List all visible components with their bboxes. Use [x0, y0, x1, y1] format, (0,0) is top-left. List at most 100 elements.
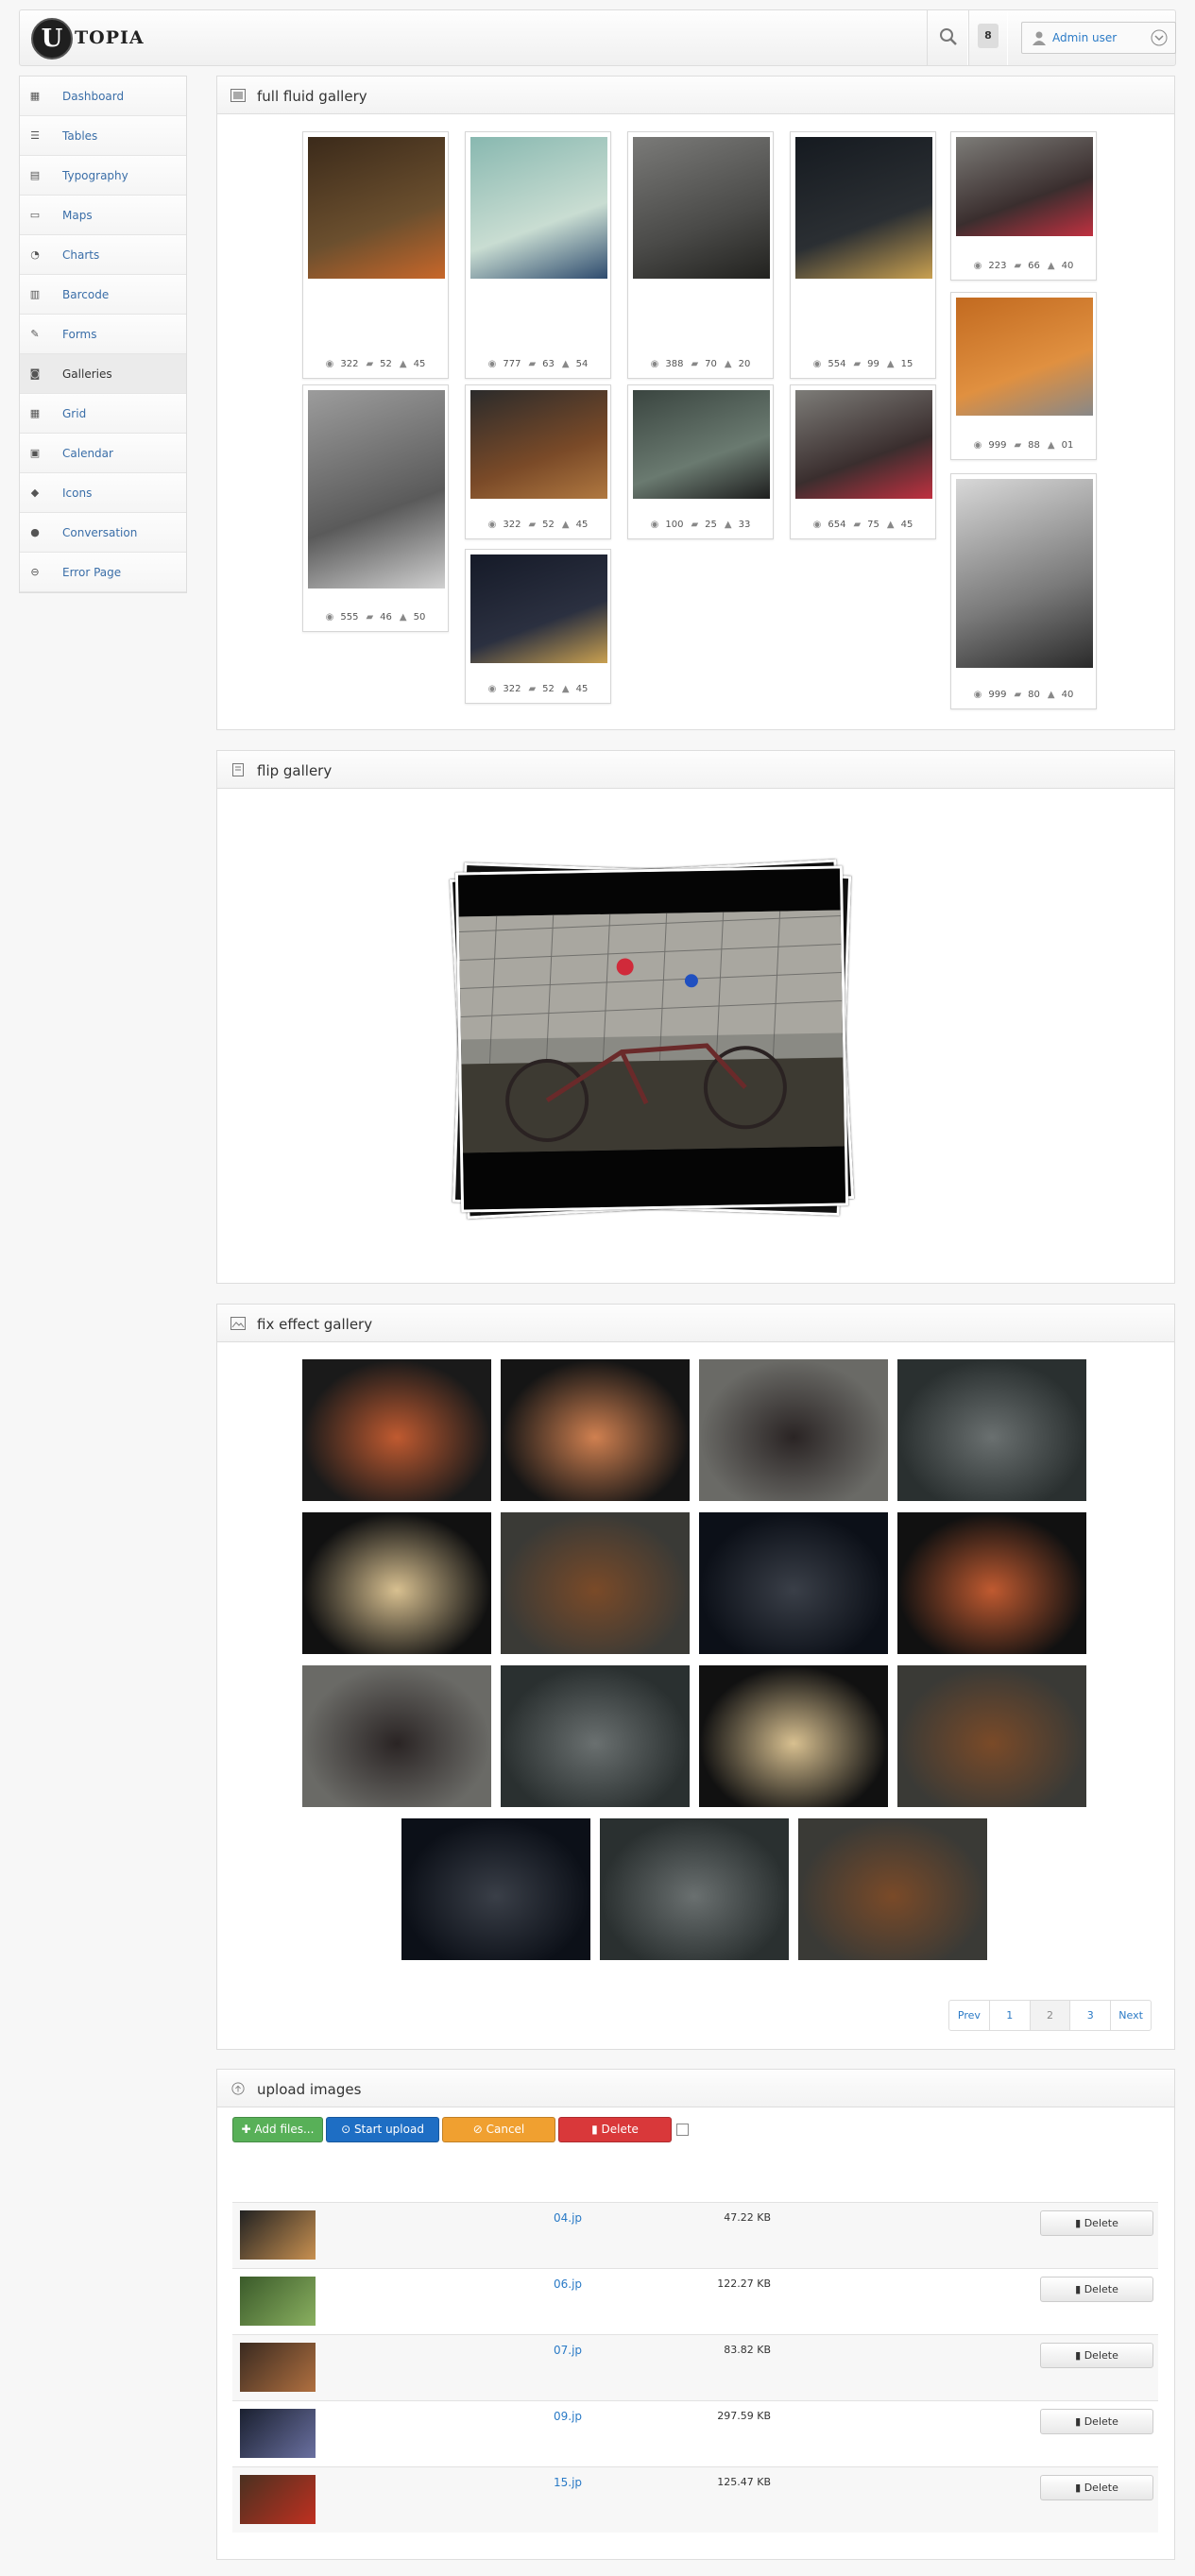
tile-stats: ◉ 777 ▰ 63 ▲ 54 [466, 359, 610, 376]
fix-effect-image[interactable] [501, 1512, 690, 1654]
gallery-tile[interactable]: ◉ 777 ▰ 63 ▲ 54 [465, 131, 611, 379]
sidebar-item-typography[interactable]: ▤ Typography [20, 156, 186, 196]
flip-card-front[interactable] [454, 865, 849, 1213]
delete-file-button[interactable]: ▮ Delete [1040, 2277, 1153, 2302]
sidebar-item-barcode[interactable]: ▥ Barcode [20, 275, 186, 315]
fix-effect-image[interactable] [401, 1818, 590, 1960]
file-size: 47.22 KB [724, 2211, 771, 2224]
sidebar-item-label: Error Page [62, 566, 122, 579]
tile-likes: 45 [900, 520, 913, 530]
search-button[interactable] [927, 10, 968, 65]
logo-text: TOPIA [75, 27, 145, 48]
select-all-checkbox[interactable] [676, 2124, 689, 2136]
thumbs-up-icon: ▲ [1047, 261, 1055, 271]
gallery-image [633, 390, 770, 499]
eye-icon: ◉ [812, 520, 822, 530]
comment-icon: ▰ [853, 520, 862, 530]
tile-likes: 01 [1061, 440, 1074, 451]
fix-effect-image[interactable] [302, 1512, 491, 1654]
trash-icon: ▮ [1075, 2415, 1084, 2428]
sidebar-item-label: Forms [62, 328, 97, 341]
file-name-link[interactable]: 04.jp [554, 2211, 582, 2225]
gallery-tile[interactable]: ◉ 999 ▰ 80 ▲ 40 [950, 473, 1097, 709]
cancel-upload-button[interactable]: ⊘ Cancel [442, 2117, 555, 2142]
delete-all-button[interactable]: ▮ Delete [558, 2117, 672, 2142]
gallery-tile[interactable]: ◉ 322 ▰ 52 ▲ 45 [465, 549, 611, 704]
sidebar-item-maps[interactable]: ▭ Maps [20, 196, 186, 235]
notification-badge: 8 [978, 24, 999, 48]
trash-icon: ▮ [1075, 2217, 1084, 2229]
sidebar-item-icons[interactable]: ◆ Icons [20, 473, 186, 513]
gallery-tile[interactable]: ◉ 999 ▰ 88 ▲ 01 [950, 292, 1097, 460]
pagination-page-1[interactable]: 1 [990, 2001, 1031, 2030]
tile-stats: ◉ 555 ▰ 46 ▲ 50 [303, 612, 448, 629]
gallery-tile[interactable]: ◉ 388 ▰ 70 ▲ 20 [627, 131, 774, 379]
tile-comments: 25 [705, 520, 717, 530]
minus-circle-icon: ⊖ [30, 566, 40, 578]
delete-file-button[interactable]: ▮ Delete [1040, 2343, 1153, 2368]
fix-effect-image[interactable] [501, 1359, 690, 1501]
comment-icon: ▰ [528, 520, 537, 530]
sidebar-item-label: Barcode [62, 288, 110, 301]
sidebar-item-conversation[interactable]: ● Conversation [20, 513, 186, 553]
pagination-page-2[interactable]: 2 [1030, 2001, 1071, 2030]
sidebar-item-calendar[interactable]: ▣ Calendar [20, 434, 186, 473]
fix-effect-image[interactable] [699, 1665, 888, 1807]
sidebar-item-galleries[interactable]: ◙ Galleries [20, 354, 186, 394]
tile-likes: 45 [413, 359, 426, 369]
file-name-link[interactable]: 06.jp [554, 2277, 582, 2291]
sidebar-item-error-page[interactable]: ⊖ Error Page [20, 553, 186, 592]
gallery-tile[interactable]: ◉ 100 ▰ 25 ▲ 33 [627, 384, 774, 539]
cancel-label: Cancel [486, 2123, 525, 2136]
gallery-image [633, 137, 770, 279]
fix-effect-image[interactable] [897, 1665, 1086, 1807]
sidebar-item-forms[interactable]: ✎ Forms [20, 315, 186, 354]
tile-stats: ◉ 554 ▰ 99 ▲ 15 [791, 359, 935, 376]
sidebar-item-dashboard[interactable]: ▦ Dashboard [20, 77, 186, 116]
user-menu-button[interactable]: Admin user [1021, 22, 1176, 54]
notifications-button[interactable]: 8 [968, 10, 1008, 65]
fix-effect-image[interactable] [897, 1512, 1086, 1654]
file-name-link[interactable]: 09.jp [554, 2410, 582, 2423]
delete-file-button[interactable]: ▮ Delete [1040, 2475, 1153, 2500]
gallery-tile[interactable]: ◉ 654 ▰ 75 ▲ 45 [790, 384, 936, 539]
fix-effect-gallery-panel: fix effect gallery Prev 1 2 3 Next [216, 1304, 1175, 2050]
tile-likes: 54 [575, 359, 589, 369]
logo[interactable]: U TOPIA [31, 18, 145, 60]
tile-views: 223 [988, 261, 1007, 271]
sidebar-item-tables[interactable]: ☰ Tables [20, 116, 186, 156]
add-files-button[interactable]: ✚ Add files... [232, 2117, 323, 2142]
gallery-tile[interactable]: ◉ 555 ▰ 46 ▲ 50 [302, 384, 449, 632]
fix-effect-image[interactable] [501, 1665, 690, 1807]
gallery-tile[interactable]: ◉ 322 ▰ 52 ▲ 45 [465, 384, 611, 539]
delete-file-button[interactable]: ▮ Delete [1040, 2210, 1153, 2236]
camera-icon: ◙ [29, 367, 41, 380]
pagination-next[interactable]: Next [1111, 2001, 1151, 2030]
tile-likes: 20 [738, 359, 751, 369]
flip-gallery-panel: flip gallery [216, 750, 1175, 1284]
fix-effect-image[interactable] [897, 1359, 1086, 1501]
sidebar-item-label: Conversation [62, 526, 138, 539]
tile-likes: 15 [900, 359, 913, 369]
start-upload-button[interactable]: ⊙ Start upload [326, 2117, 439, 2142]
fix-effect-image[interactable] [699, 1359, 888, 1501]
delete-file-button[interactable]: ▮ Delete [1040, 2409, 1153, 2434]
pagination-prev[interactable]: Prev [949, 2001, 990, 2030]
eye-icon: ◉ [973, 440, 982, 451]
sidebar-item-label: Galleries [62, 367, 112, 381]
file-name-link[interactable]: 15.jp [554, 2476, 582, 2489]
gallery-tile[interactable]: ◉ 554 ▰ 99 ▲ 15 [790, 131, 936, 379]
tile-comments: 88 [1028, 440, 1040, 451]
fix-effect-image[interactable] [302, 1359, 491, 1501]
fix-effect-image[interactable] [699, 1512, 888, 1654]
fix-effect-image[interactable] [798, 1818, 987, 1960]
sidebar-item-grid[interactable]: ▦ Grid [20, 394, 186, 434]
fix-effect-image[interactable] [600, 1818, 789, 1960]
gallery-tile[interactable]: ◉ 322 ▰ 52 ▲ 45 [302, 131, 449, 379]
fix-effect-image[interactable] [302, 1665, 491, 1807]
bicycle-photo [457, 868, 846, 1210]
gallery-tile[interactable]: ◉ 223 ▰ 66 ▲ 40 [950, 131, 1097, 281]
pagination-page-3[interactable]: 3 [1070, 2001, 1112, 2030]
sidebar-item-charts[interactable]: ◔ Charts [20, 235, 186, 275]
file-name-link[interactable]: 07.jp [554, 2344, 582, 2357]
